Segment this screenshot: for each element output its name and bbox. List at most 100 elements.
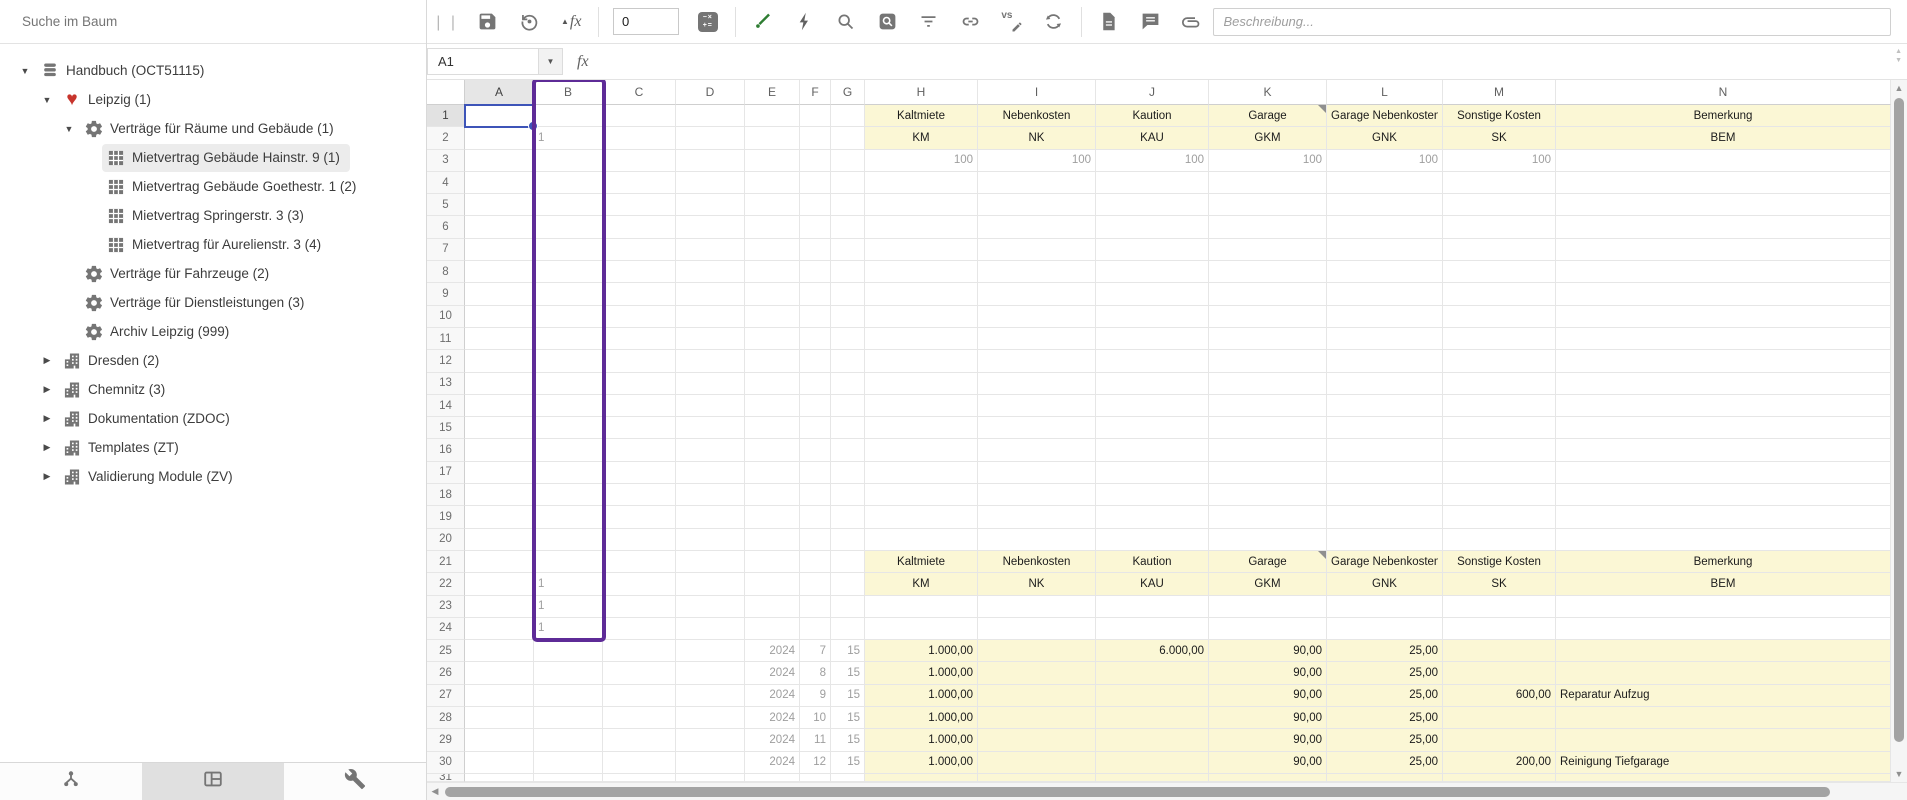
cell-I14[interactable] [978, 395, 1096, 417]
tree-item-content[interactable]: Verträge für Dienstleistungen (3) [80, 289, 314, 317]
cell-K10[interactable] [1209, 306, 1327, 328]
row-header-17[interactable]: 17 [427, 462, 465, 484]
cell-K7[interactable] [1209, 239, 1327, 261]
cell-K21[interactable]: Garage [1209, 551, 1327, 573]
cell-G14[interactable] [831, 395, 865, 417]
cell-J9[interactable] [1096, 283, 1209, 305]
cell-L30[interactable]: 25,00 [1327, 752, 1443, 774]
cell-N22[interactable]: BEM [1556, 573, 1891, 595]
cell-A29[interactable] [465, 729, 534, 751]
tree-item[interactable]: Mietvertrag für Aurelienstr. 3 (4) [0, 230, 426, 259]
cell-B14[interactable] [534, 395, 603, 417]
cell-H12[interactable] [865, 350, 978, 372]
cell-C30[interactable] [603, 752, 676, 774]
cell-M9[interactable] [1443, 283, 1556, 305]
cell-H27[interactable]: 1.000,00 [865, 685, 978, 707]
cell-N19[interactable] [1556, 506, 1891, 528]
cell-M21[interactable]: Sonstige Kosten [1443, 551, 1556, 573]
cell-C19[interactable] [603, 506, 676, 528]
cell-K28[interactable]: 90,00 [1209, 707, 1327, 729]
cell-G8[interactable] [831, 261, 865, 283]
cell-A30[interactable] [465, 752, 534, 774]
horizontal-scroll-thumb[interactable] [445, 787, 1830, 797]
cell-B31[interactable] [534, 774, 603, 782]
grid-corner-cell[interactable] [427, 80, 465, 105]
cell-H13[interactable] [865, 373, 978, 395]
cell-B15[interactable] [534, 417, 603, 439]
cell-A31[interactable] [465, 774, 534, 782]
cell-B4[interactable] [534, 172, 603, 194]
cell-B13[interactable] [534, 373, 603, 395]
cell-G4[interactable] [831, 172, 865, 194]
cell-D28[interactable] [676, 707, 745, 729]
cell-A1[interactable] [465, 105, 534, 127]
cell-A8[interactable] [465, 261, 534, 283]
cell-N16[interactable] [1556, 439, 1891, 461]
cell-H15[interactable] [865, 417, 978, 439]
cell-F10[interactable] [800, 306, 831, 328]
cell-G25[interactable]: 15 [831, 640, 865, 662]
chevron-right-icon[interactable]: ▶ [36, 442, 58, 453]
cell-C14[interactable] [603, 395, 676, 417]
cell-J8[interactable] [1096, 261, 1209, 283]
cell-K16[interactable] [1209, 439, 1327, 461]
cell-I9[interactable] [978, 283, 1096, 305]
row-header-29[interactable]: 29 [427, 729, 465, 751]
cell-K6[interactable] [1209, 216, 1327, 238]
cell-I3[interactable]: 100 [978, 150, 1096, 172]
cell-C4[interactable] [603, 172, 676, 194]
cell-D9[interactable] [676, 283, 745, 305]
cell-D2[interactable] [676, 127, 745, 149]
cell-E28[interactable]: 2024 [745, 707, 800, 729]
cell-L11[interactable] [1327, 328, 1443, 350]
cell-G1[interactable] [831, 105, 865, 127]
cell-L1[interactable]: Garage Nebenkosten [1327, 105, 1443, 127]
cell-D21[interactable] [676, 551, 745, 573]
cell-N2[interactable]: BEM [1556, 127, 1891, 149]
row-header-2[interactable]: 2 [427, 127, 465, 149]
cell-reference-dropdown[interactable]: ▼ [539, 48, 563, 75]
cell-F4[interactable] [800, 172, 831, 194]
cell-M10[interactable] [1443, 306, 1556, 328]
cell-K26[interactable]: 90,00 [1209, 662, 1327, 684]
cell-D30[interactable] [676, 752, 745, 774]
cell-B16[interactable] [534, 439, 603, 461]
cell-A3[interactable] [465, 150, 534, 172]
cell-J13[interactable] [1096, 373, 1209, 395]
cell-J2[interactable]: KAU [1096, 127, 1209, 149]
cell-J17[interactable] [1096, 462, 1209, 484]
cell-G28[interactable]: 15 [831, 707, 865, 729]
cell-H16[interactable] [865, 439, 978, 461]
cell-I24[interactable] [978, 618, 1096, 640]
tree-item[interactable]: ▶Templates (ZT) [0, 433, 426, 462]
cell-M23[interactable] [1443, 596, 1556, 618]
cell-A16[interactable] [465, 439, 534, 461]
cell-H21[interactable]: Kaltmiete [865, 551, 978, 573]
cell-D16[interactable] [676, 439, 745, 461]
cell-F31[interactable] [800, 774, 831, 782]
cell-K23[interactable] [1209, 596, 1327, 618]
column-header-A[interactable]: A [465, 80, 534, 105]
cell-F3[interactable] [800, 150, 831, 172]
scroll-down-icon[interactable]: ▼ [1891, 766, 1907, 782]
cell-C23[interactable] [603, 596, 676, 618]
cell-G21[interactable] [831, 551, 865, 573]
cell-E4[interactable] [745, 172, 800, 194]
cell-E10[interactable] [745, 306, 800, 328]
cell-J22[interactable]: KAU [1096, 573, 1209, 595]
cell-H19[interactable] [865, 506, 978, 528]
cell-C27[interactable] [603, 685, 676, 707]
cell-J10[interactable] [1096, 306, 1209, 328]
cell-D11[interactable] [676, 328, 745, 350]
cell-E24[interactable] [745, 618, 800, 640]
cell-G9[interactable] [831, 283, 865, 305]
row-header-18[interactable]: 18 [427, 484, 465, 506]
cell-F25[interactable]: 7 [800, 640, 831, 662]
cell-D23[interactable] [676, 596, 745, 618]
cell-D29[interactable] [676, 729, 745, 751]
cell-A22[interactable] [465, 573, 534, 595]
tree-item[interactable]: ▶Dokumentation (ZDOC) [0, 404, 426, 433]
cell-C20[interactable] [603, 529, 676, 551]
cell-B17[interactable] [534, 462, 603, 484]
cell-B8[interactable] [534, 261, 603, 283]
